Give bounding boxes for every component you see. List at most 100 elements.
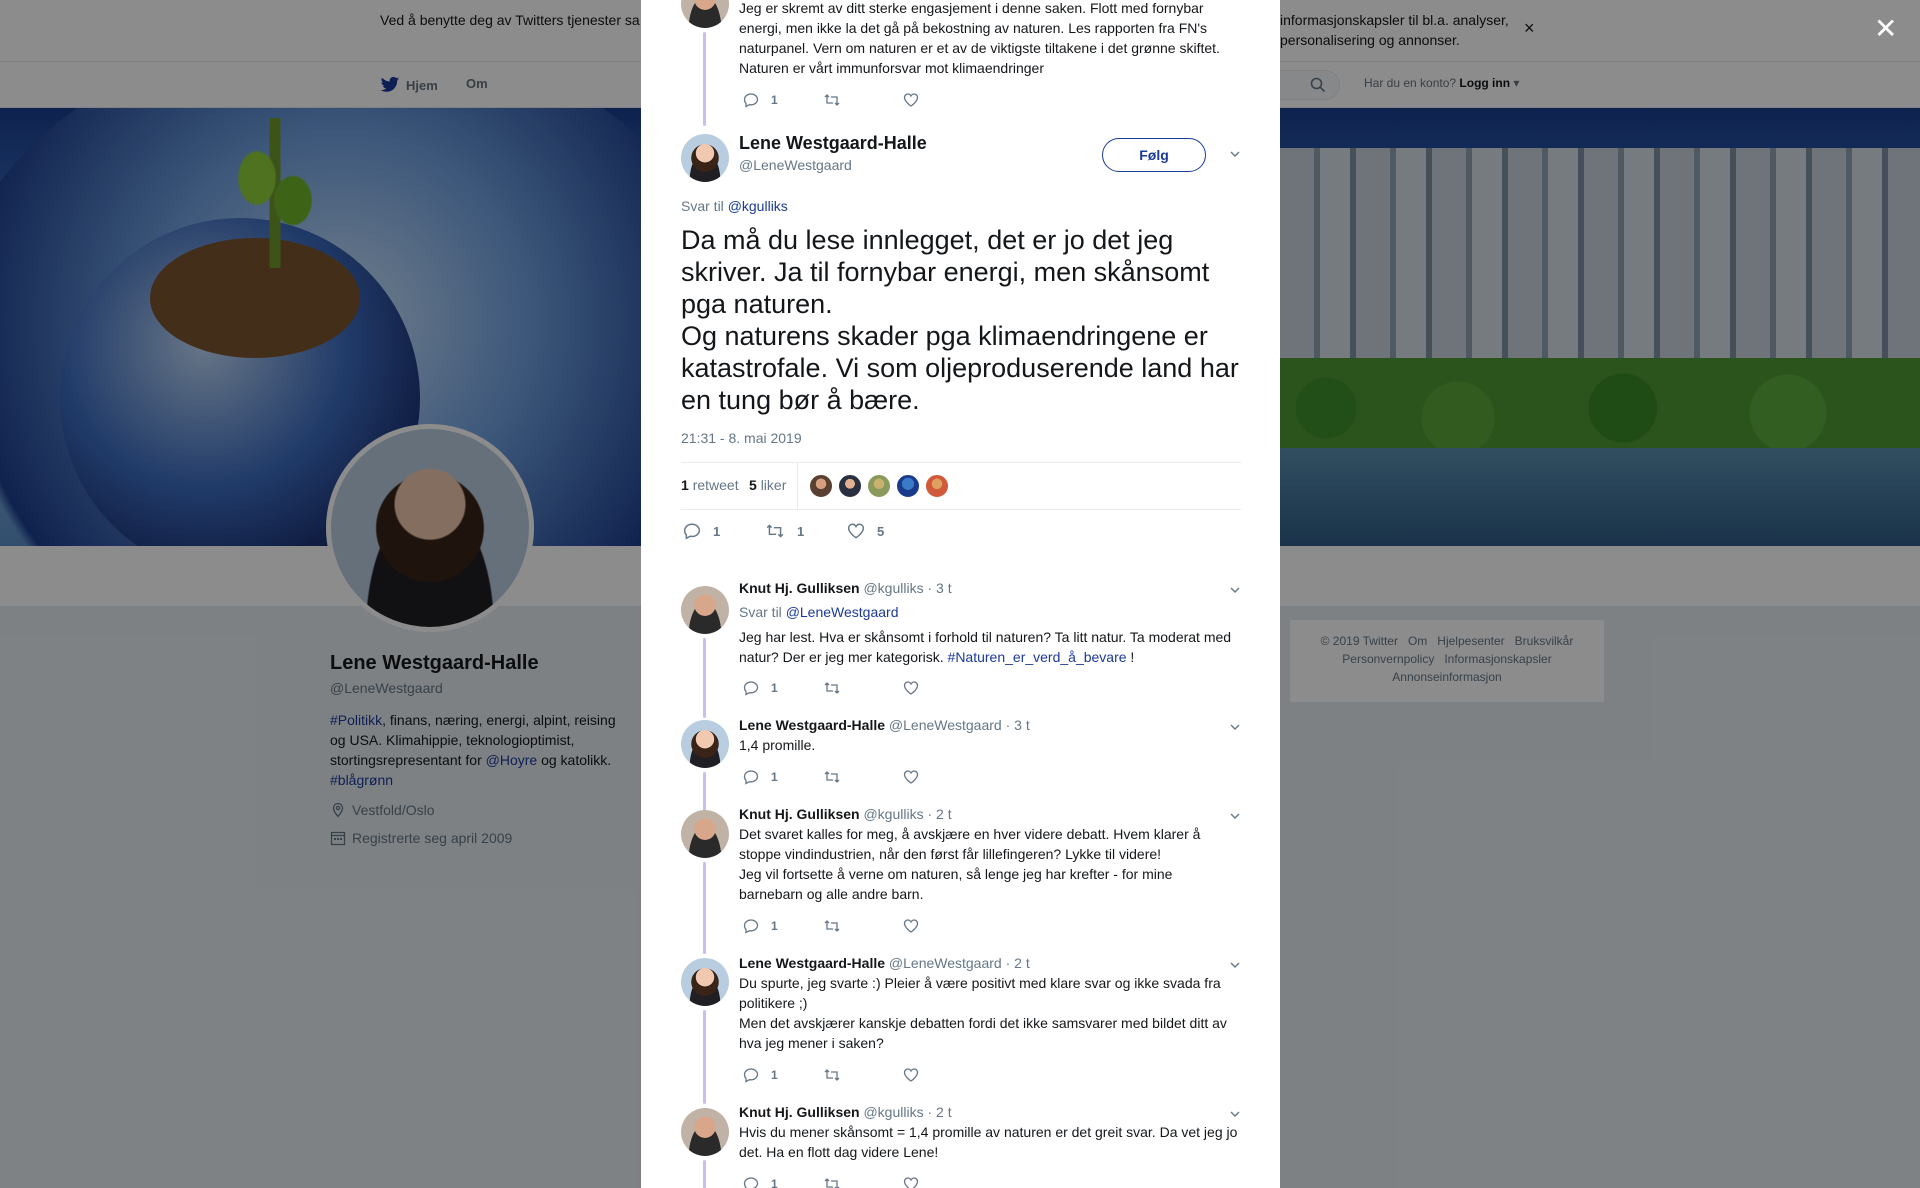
liker-avatar[interactable] (925, 474, 949, 498)
retweet-stat-count: 1 (681, 477, 689, 493)
chevron-down-icon[interactable] (1229, 1108, 1241, 1120)
tweet-time[interactable]: · 2 t (1006, 955, 1030, 971)
avatar[interactable] (681, 720, 729, 768)
nav-home-label: Hjem (406, 77, 438, 93)
reply-button[interactable]: 1 (743, 769, 823, 785)
tweet-author[interactable]: Knut Hj. Gulliksen (739, 1104, 860, 1120)
retweet-button[interactable]: 1 (765, 522, 847, 540)
liker-avatar[interactable] (838, 474, 862, 498)
reply-button[interactable]: 1 (743, 1176, 823, 1188)
search-icon[interactable] (1310, 77, 1326, 93)
bio-hashtag-politikk[interactable]: #Politikk (330, 712, 382, 728)
chevron-down-icon[interactable] (1229, 810, 1241, 822)
thread-line (703, 638, 706, 718)
thread-line (703, 772, 706, 812)
thread-line (703, 862, 706, 954)
tweet-text: Jeg har lest. Hva er skånsomt i forhold … (739, 627, 1239, 667)
tweet-handle[interactable]: @kgulliks (863, 580, 923, 596)
tweet-time[interactable]: · 2 t (927, 1104, 951, 1120)
tweet-time[interactable]: · 3 t (927, 580, 951, 596)
like-button[interactable] (903, 1067, 919, 1083)
tweet-time[interactable]: · 3 t (1006, 717, 1030, 733)
retweet-button[interactable] (823, 680, 903, 696)
reply-to-mention[interactable]: @kgulliks (728, 198, 788, 214)
chevron-down-icon[interactable] (1229, 721, 1241, 733)
reply-count: 1 (771, 919, 778, 933)
like-button[interactable] (903, 1176, 919, 1188)
liker-avatar[interactable] (896, 474, 920, 498)
retweet-button[interactable] (823, 1176, 903, 1188)
tweet-actions: 1 (743, 1176, 919, 1188)
tweet-actions: 1 (743, 918, 919, 934)
tweet-author[interactable]: Lene Westgaard-Halle (739, 955, 885, 971)
tweet-stats: 1 retweet 5 liker (681, 462, 1241, 510)
tweet-time[interactable]: · 2 t (927, 806, 951, 822)
like-button[interactable]: 5 (847, 522, 929, 540)
reply-to-mention[interactable]: @LeneWestgaard (786, 604, 899, 620)
like-count: 5 (877, 523, 885, 539)
reply-button[interactable]: 1 (683, 522, 765, 540)
chevron-down-icon[interactable] (1229, 148, 1241, 160)
footer-terms-link[interactable]: Bruksvilkår (1515, 634, 1574, 648)
retweet-icon (824, 94, 840, 106)
tweet-handle[interactable]: @LeneWestgaard (889, 717, 1002, 733)
like-button[interactable] (903, 918, 919, 934)
avatar[interactable] (681, 1108, 729, 1156)
footer-cookies-link[interactable]: Informasjonskapsler (1444, 652, 1551, 666)
profile-avatar[interactable] (326, 424, 534, 632)
reply-button[interactable]: 1 (743, 918, 823, 934)
cookie-banner-close-icon[interactable]: × (1524, 18, 1535, 39)
likes-stat-count: 5 (749, 477, 757, 493)
liker-avatar[interactable] (867, 474, 891, 498)
footer-ads-link[interactable]: Annonseinformasjon (1392, 670, 1501, 684)
footer-copyright: © 2019 Twitter (1320, 634, 1398, 648)
retweet-stat[interactable]: 1 retweet (681, 477, 739, 493)
retweet-button[interactable] (823, 92, 903, 108)
follow-button[interactable]: Følg (1102, 138, 1206, 172)
footer-links: © 2019 Twitter Om Hjelpesenter Bruksvilkår … (1290, 620, 1604, 702)
tweet-hashtag[interactable]: #Naturen_er_verd_å_bevare (948, 649, 1127, 665)
tweet-author[interactable]: Knut Hj. Gulliksen (739, 806, 860, 822)
bio-mention-hoyre[interactable]: @Hoyre (486, 752, 538, 768)
like-button[interactable] (903, 92, 919, 108)
avatar[interactable] (681, 0, 729, 28)
footer-help-link[interactable]: Hjelpesenter (1437, 634, 1504, 648)
login-link[interactable]: Logg inn (1459, 76, 1510, 90)
tweet-actions: 1 (743, 92, 919, 108)
like-button[interactable] (903, 769, 919, 785)
reply-button[interactable]: 1 (743, 92, 823, 108)
reply-button[interactable]: 1 (743, 1067, 823, 1083)
main-tweet-name[interactable]: Lene Westgaard-Halle (739, 133, 927, 154)
chevron-down-icon[interactable] (1229, 959, 1241, 971)
nav-home-link[interactable]: Hjem (380, 76, 438, 94)
bio-hashtag-blagronn[interactable]: #blågrønn (330, 772, 393, 788)
liker-avatar[interactable] (809, 474, 833, 498)
main-tweet-avatar[interactable] (681, 134, 729, 182)
heart-icon (847, 523, 865, 539)
reply-count: 1 (771, 770, 778, 784)
likes-stat[interactable]: 5 liker (749, 477, 786, 493)
retweet-button[interactable] (823, 1067, 903, 1083)
avatar[interactable] (681, 586, 729, 634)
nav-about-link[interactable]: Om (466, 76, 488, 91)
footer-privacy-link[interactable]: Personvernpolicy (1342, 652, 1434, 666)
chevron-down-icon[interactable] (1229, 584, 1241, 596)
footer-about-link[interactable]: Om (1408, 634, 1427, 648)
main-tweet-timestamp[interactable]: 21:31 - 8. mai 2019 (681, 430, 802, 446)
like-button[interactable] (903, 680, 919, 696)
tweet-handle[interactable]: @LeneWestgaard (889, 955, 1002, 971)
heart-icon (903, 681, 919, 695)
login-prompt: Har du en konto? Logg inn ▾ (1364, 76, 1519, 90)
main-tweet-handle[interactable]: @LeneWestgaard (739, 157, 852, 173)
retweet-button[interactable] (823, 918, 903, 934)
tweet-handle[interactable]: @kgulliks (863, 1104, 923, 1120)
close-modal-icon[interactable]: ✕ (1874, 12, 1897, 45)
avatar[interactable] (681, 810, 729, 858)
tweet-handle[interactable]: @kgulliks (863, 806, 923, 822)
reply-button[interactable]: 1 (743, 680, 823, 696)
tweet-author[interactable]: Lene Westgaard-Halle (739, 717, 885, 733)
retweet-button[interactable] (823, 769, 903, 785)
tweet-author[interactable]: Knut Hj. Gulliksen (739, 580, 860, 596)
retweet-stat-label: retweet (692, 477, 739, 493)
avatar[interactable] (681, 958, 729, 1006)
